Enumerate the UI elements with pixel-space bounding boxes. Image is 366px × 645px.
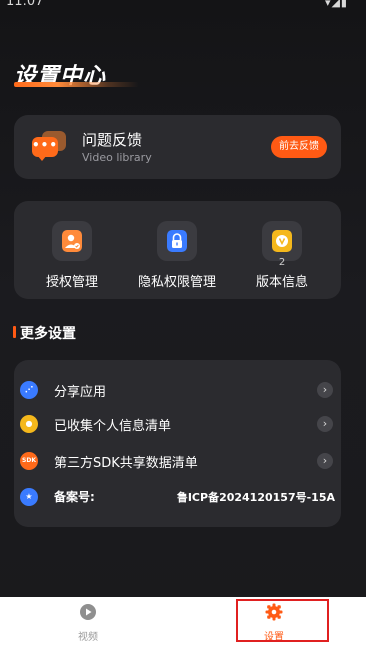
list-item-share-app[interactable]: ⋰ 分享应用 › [14,375,341,405]
tab-settings-label: 设置 [264,632,284,643]
chevron-right-icon: › [317,453,333,469]
tab-video-label: 视频 [78,632,98,643]
play-icon [80,604,96,620]
tab-settings[interactable]: 设置 [229,597,319,645]
sdk-icon: SDK [20,452,38,470]
record-number-label: 备案号: [54,490,95,504]
more-settings-card: ⋰ 分享应用 › ● 已收集个人信息清单 › SDK 第三方SDK共享数据清单 … [14,360,341,527]
chat-bubble-icon: ••• [32,131,66,161]
version-icon [272,230,292,252]
list-item-third-party-sdk[interactable]: SDK 第三方SDK共享数据清单 › [14,446,341,476]
more-settings-title: 更多设置 [20,326,76,342]
list-item-record-number: ★ 备案号: 鲁ICP备2024120157号-15A [14,482,341,512]
list-item-personal-info[interactable]: ● 已收集个人信息清单 › [14,409,341,439]
record-number-value: 鲁ICP备2024120157号-15A [176,491,335,504]
permissions-card: 授权管理 隐私权限管理 2 版本信息 [14,201,341,299]
privacy-permission-label: 隐私权限管理 [137,275,216,290]
third-party-sdk-label: 第三方SDK共享数据清单 [54,456,198,471]
status-icons: ▾◢▮ [324,0,348,9]
feedback-title: 问题反馈 [82,131,143,149]
section-marker [13,326,16,338]
privacy-permission-item[interactable]: 隐私权限管理 [122,221,232,291]
share-icon: ⋰ [20,381,38,399]
title-underline [14,82,139,87]
user-info-icon: ● [20,415,38,433]
chevron-right-icon: › [317,382,333,398]
auth-management-label: 授权管理 [45,275,98,290]
user-auth-icon [62,230,82,252]
feedback-subtitle: Video library [82,151,152,164]
gear-icon [265,603,283,621]
version-badge: 2 [278,257,286,268]
version-info-label: 版本信息 [255,275,308,290]
share-app-label: 分享应用 [54,385,107,400]
lock-icon [167,230,187,252]
tab-video[interactable]: 视频 [43,597,133,645]
go-feedback-button[interactable]: 前去反馈 [271,136,327,158]
personal-info-label: 已收集个人信息清单 [54,419,172,434]
auth-management-item[interactable]: 授权管理 [17,221,127,291]
chevron-right-icon: › [317,416,333,432]
bottom-tabbar: 视频 设置 [0,597,366,645]
record-icon: ★ [20,488,38,506]
version-info-item[interactable]: 2 版本信息 [227,221,337,291]
status-time: 11:07 [6,0,44,9]
status-bar: 11:07 ▾◢▮ [0,0,366,12]
feedback-card[interactable]: ••• 问题反馈 Video library 前去反馈 [14,115,341,179]
